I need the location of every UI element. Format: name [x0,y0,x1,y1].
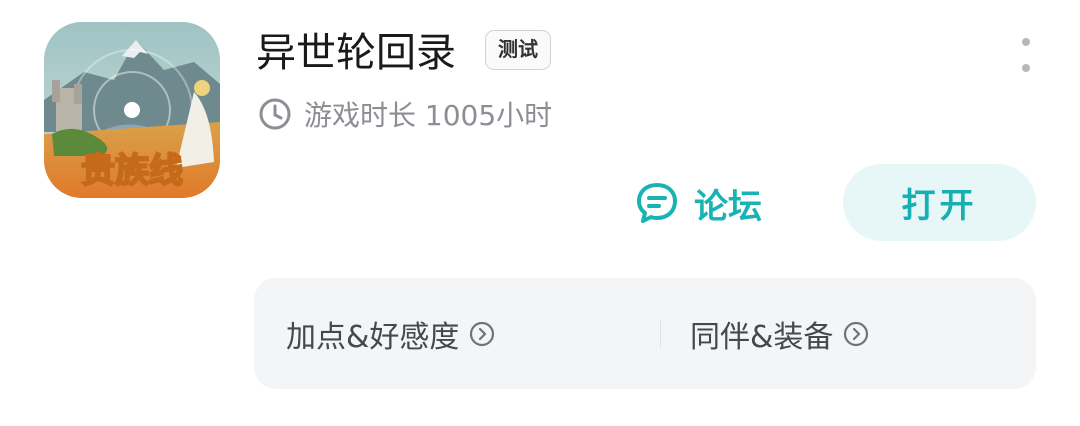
clock-icon [259,98,291,130]
more-dot-icon [1022,64,1030,72]
more-options-button[interactable] [1012,38,1040,72]
cover-title-text: 贵族线 [81,152,183,190]
chat-bubble-icon [637,183,677,223]
forum-button[interactable]: 论坛 [634,175,762,231]
more-dot-icon [1022,38,1030,46]
link-companion-equipment[interactable]: 同伴&装备 [690,278,869,389]
chevron-right-circle-icon [844,321,869,346]
game-title: 异世轮回录 [256,30,456,76]
quick-links-card: 加点&好感度 同伴&装备 [254,278,1036,389]
link-stats-affection[interactable]: 加点&好感度 [286,278,495,389]
game-cover-icon[interactable]: 贵族线 [44,22,220,198]
chevron-right-circle-icon [470,321,495,346]
link-label: 加点&好感度 [286,319,460,355]
forum-label: 论坛 [694,186,762,227]
playtime-text: 游戏时长 1005小时 [304,99,553,132]
playtime-info: 游戏时长 1005小时 [258,94,552,134]
test-badge: 测试 [485,30,551,70]
link-divider [660,320,661,348]
open-button[interactable]: 打开 [843,164,1036,241]
link-label: 同伴&装备 [690,319,834,355]
